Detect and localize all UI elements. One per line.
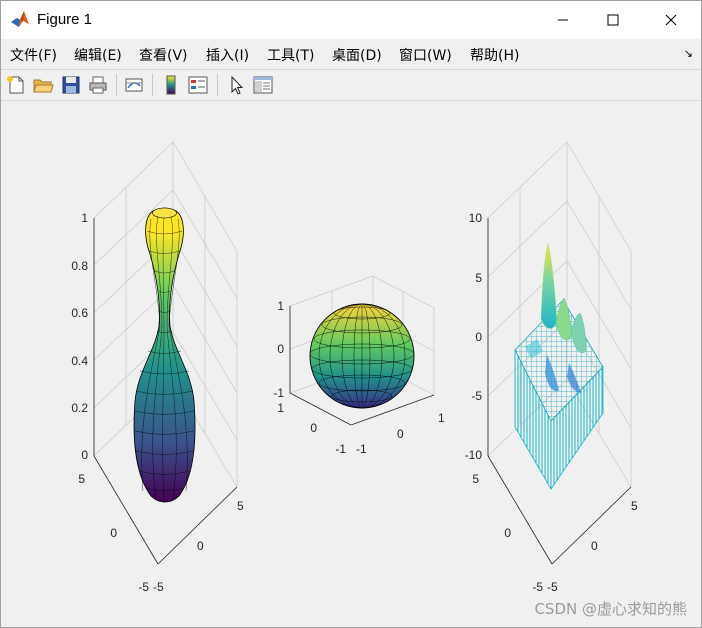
pointer-icon[interactable] — [225, 74, 247, 96]
menu-insert[interactable]: 插入(I) — [206, 45, 249, 65]
minimize-button[interactable] — [540, 1, 586, 39]
toolbar-separator — [217, 74, 218, 96]
axes-vase: 1 0.8 0.6 0.4 0.2 0 5 0 -5 -5 0 5 — [71, 141, 244, 594]
menu-help[interactable]: 帮助(H) — [470, 45, 519, 65]
vase-z-tick: 0.8 — [71, 259, 88, 273]
window-title: Figure 1 — [37, 11, 93, 28]
axes-peaks: 10 5 0 -5 -10 5 0 -5 -5 0 5 — [465, 141, 638, 594]
sphere-z-tick: -1 — [273, 386, 284, 400]
open-file-icon[interactable] — [32, 74, 54, 96]
watermark: CSDN @虚心求知的熊 — [534, 600, 687, 618]
vase-z-tick: 0.2 — [71, 401, 88, 415]
new-figure-icon[interactable] — [5, 74, 27, 96]
sphere-z-tick: 1 — [277, 299, 284, 313]
title-bar[interactable]: Figure 1 — [1, 1, 701, 39]
toolbar-separator — [116, 74, 117, 96]
peaks-z-tick: -10 — [465, 448, 483, 462]
minimize-icon — [558, 19, 568, 21]
peaks-x-tick: 5 — [631, 499, 638, 513]
sphere-x-tick: -1 — [356, 442, 367, 456]
menu-window[interactable]: 窗口(W) — [399, 45, 452, 65]
vase-z-tick: 0.4 — [71, 354, 88, 368]
peaks-y-tick: 5 — [472, 472, 479, 486]
vase-x-tick: -5 — [153, 580, 164, 594]
vase-z-tick: 0 — [81, 448, 88, 462]
peaks-y-tick: -5 — [532, 580, 543, 594]
vase-y-tick: 5 — [78, 472, 85, 486]
vase-z-tick: 0.6 — [71, 306, 88, 320]
menu-edit[interactable]: 编辑(E) — [74, 45, 122, 65]
peaks-z-tick: 0 — [475, 330, 482, 344]
plots-svg: 1 0.8 0.6 0.4 0.2 0 5 0 -5 -5 0 5 1 0 -1… — [71, 141, 638, 594]
figure-canvas[interactable]: 1 0.8 0.6 0.4 0.2 0 5 0 -5 -5 0 5 1 0 -1… — [1, 101, 701, 627]
vase-x-tick: 5 — [237, 499, 244, 513]
sphere-y-tick: 1 — [277, 401, 284, 415]
dock-arrow-icon[interactable]: ↘ — [684, 47, 693, 60]
vase-y-tick: 0 — [110, 526, 117, 540]
figure-toolbar — [1, 69, 701, 101]
menu-desktop[interactable]: 桌面(D) — [332, 45, 382, 65]
vase-z-tick: 1 — [81, 211, 88, 225]
sphere-y-tick: 0 — [310, 421, 317, 435]
maximize-button[interactable] — [590, 1, 636, 39]
property-inspector-icon[interactable] — [252, 74, 274, 96]
colorbar-icon[interactable] — [160, 74, 182, 96]
peaks-z-tick: 10 — [469, 211, 483, 225]
menu-file[interactable]: 文件(F) — [10, 45, 57, 65]
sphere-x-tick: 0 — [397, 427, 404, 441]
peaks-z-tick: -5 — [471, 389, 482, 403]
save-icon[interactable] — [60, 74, 82, 96]
menu-tools[interactable]: 工具(T) — [267, 45, 314, 65]
print-icon[interactable] — [87, 74, 109, 96]
close-button[interactable] — [648, 1, 694, 39]
vase-x-tick: 0 — [197, 539, 204, 553]
peaks-x-tick: -5 — [547, 580, 558, 594]
axes-sphere: 1 0 -1 1 0 -1 -1 0 1 — [273, 275, 445, 456]
link-plot-icon[interactable] — [123, 74, 145, 96]
close-icon — [665, 14, 677, 26]
sphere-z-tick: 0 — [277, 342, 284, 356]
menu-bar: 文件(F) 编辑(E) 查看(V) 插入(I) 工具(T) 桌面(D) 窗口(W… — [1, 39, 701, 67]
legend-icon[interactable] — [187, 74, 209, 96]
matlab-icon — [10, 9, 30, 29]
vase-y-tick: -5 — [138, 580, 149, 594]
sphere-y-tick: -1 — [335, 442, 346, 456]
toolbar-separator — [152, 74, 153, 96]
peaks-z-tick: 5 — [475, 271, 482, 285]
peaks-x-tick: 0 — [591, 539, 598, 553]
vase-surface[interactable] — [133, 207, 196, 503]
sphere-x-tick: 1 — [438, 411, 445, 425]
menu-view[interactable]: 查看(V) — [139, 45, 188, 65]
peaks-y-tick: 0 — [504, 526, 511, 540]
maximize-icon — [607, 14, 619, 26]
figure-window: Figure 1 文件(F) 编辑(E) 查看(V) 插入(I) 工具(T) 桌… — [0, 0, 702, 628]
